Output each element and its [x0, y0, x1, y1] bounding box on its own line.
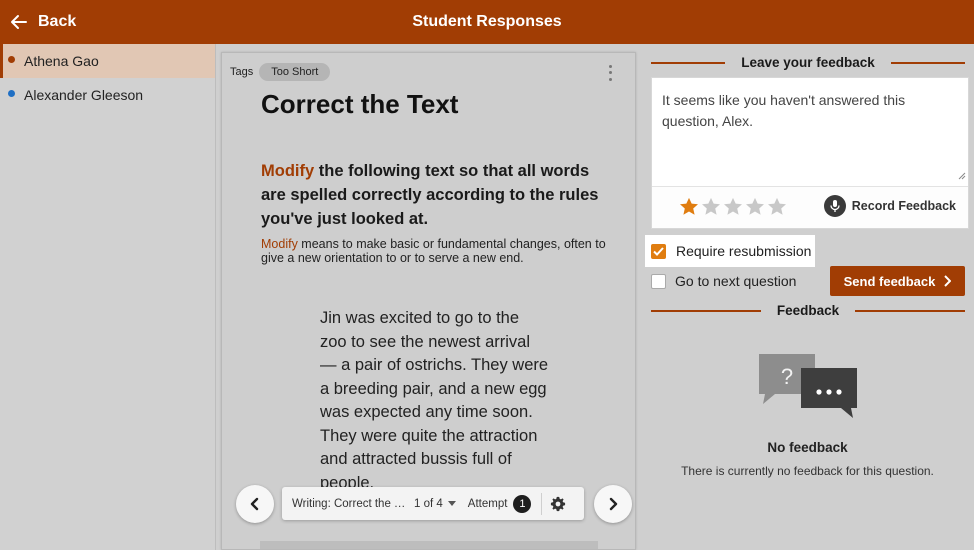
send-feedback-label: Send feedback — [843, 273, 936, 289]
question-title: Correct the Text — [261, 89, 459, 119]
require-resubmission-label: Require resubmission — [676, 243, 812, 259]
chevron-right-icon — [609, 497, 618, 511]
star-empty-icon[interactable] — [744, 196, 766, 218]
star-empty-icon[interactable] — [722, 196, 744, 218]
svg-text:?: ? — [781, 364, 793, 389]
status-dot-icon — [8, 56, 15, 63]
attempt-badge: 1 — [513, 494, 532, 513]
chevron-right-icon — [944, 275, 952, 287]
caret-down-icon — [447, 500, 456, 506]
feedback-textarea[interactable]: It seems like you haven't answered this … — [652, 78, 968, 184]
feedback-title: Feedback — [776, 303, 840, 318]
top-bar: Back Student Responses — [0, 0, 974, 44]
feedback-heading: Feedback — [651, 303, 965, 318]
student-name: Athena Gao — [24, 53, 99, 69]
leave-feedback-heading: Leave your feedback — [651, 55, 966, 70]
passage-text: Jin was excited to go to the zoo to see … — [320, 309, 549, 492]
page-title: Student Responses — [412, 13, 562, 30]
question-panel: Tags Too Short Correct the Text Modify t… — [221, 52, 636, 550]
definition-text: Modify means to make basic or fundamenta… — [261, 237, 606, 265]
checkbox-unchecked-icon — [651, 273, 666, 289]
leave-feedback-title: Leave your feedback — [741, 55, 875, 70]
feedback-panel: Leave your feedback It seems like you ha… — [641, 44, 974, 550]
star-rating[interactable] — [678, 196, 788, 218]
arrow-left-icon — [11, 15, 27, 29]
definition-keyword: Modify — [261, 237, 298, 251]
send-feedback-button[interactable]: Send feedback — [830, 266, 965, 296]
go-to-next-label: Go to next question — [675, 273, 797, 289]
gear-icon — [551, 496, 566, 511]
divider — [651, 61, 726, 64]
tag-chip[interactable]: Too Short — [259, 63, 331, 81]
require-resubmission-checkbox[interactable]: Require resubmission — [645, 235, 815, 267]
next-question-button[interactable] — [594, 485, 632, 523]
resize-handle-icon[interactable] — [956, 170, 966, 180]
chevron-left-icon — [250, 497, 259, 511]
back-label: Back — [38, 13, 77, 30]
record-feedback-button[interactable]: Record Feedback — [823, 195, 956, 217]
question-instruction: Modify the following text so that all wo… — [261, 159, 606, 231]
next-content-peek — [260, 541, 598, 549]
tags-label: Tags — [230, 66, 254, 78]
attempt-indicator: Attempt 1 — [456, 494, 532, 513]
checkbox-checked-icon — [651, 243, 666, 259]
more-options-icon[interactable] — [604, 63, 616, 83]
record-feedback-label: Record Feedback — [851, 199, 956, 213]
go-to-next-question-checkbox[interactable]: Go to next question — [651, 273, 796, 289]
settings-button[interactable] — [550, 496, 566, 512]
status-dot-icon — [8, 90, 15, 97]
divider — [541, 492, 543, 515]
feedback-box: It seems like you haven't answered this … — [651, 77, 969, 229]
microphone-icon — [823, 195, 846, 217]
attempt-label: Attempt — [467, 497, 508, 510]
question-navigator: Writing: Correct the Te... 1 of 4 Attemp… — [282, 487, 584, 520]
student-item-athena-gao[interactable]: Athena Gao — [0, 44, 215, 78]
instruction-keyword: Modify — [261, 162, 315, 180]
divider — [855, 309, 965, 312]
no-feedback-title: No feedback — [767, 440, 848, 455]
feedback-toolbar: Record Feedback — [652, 186, 968, 228]
star-empty-icon[interactable] — [766, 196, 788, 218]
page-select[interactable]: 1 of 4 — [410, 498, 456, 510]
chat-bubbles-icon: ? — [759, 354, 857, 418]
navigator-question-name: Writing: Correct the Te... — [292, 497, 410, 510]
tags-row: Tags Too Short — [230, 63, 331, 81]
definition-rest: means to make basic or fundamental chang… — [261, 237, 606, 265]
divider — [890, 61, 966, 64]
student-item-alexander-gleeson[interactable]: Alexander Gleeson — [0, 78, 215, 112]
student-list: Athena Gao Alexander Gleeson — [0, 44, 216, 550]
star-filled-icon[interactable] — [678, 196, 700, 218]
page-indicator: 1 of 4 — [414, 497, 443, 510]
back-button[interactable]: Back — [10, 0, 76, 44]
prev-question-button[interactable] — [236, 485, 274, 523]
student-name: Alexander Gleeson — [24, 87, 144, 103]
no-feedback-message: There is currently no feedback for this … — [681, 464, 934, 478]
divider — [651, 309, 761, 312]
star-empty-icon[interactable] — [700, 196, 722, 218]
